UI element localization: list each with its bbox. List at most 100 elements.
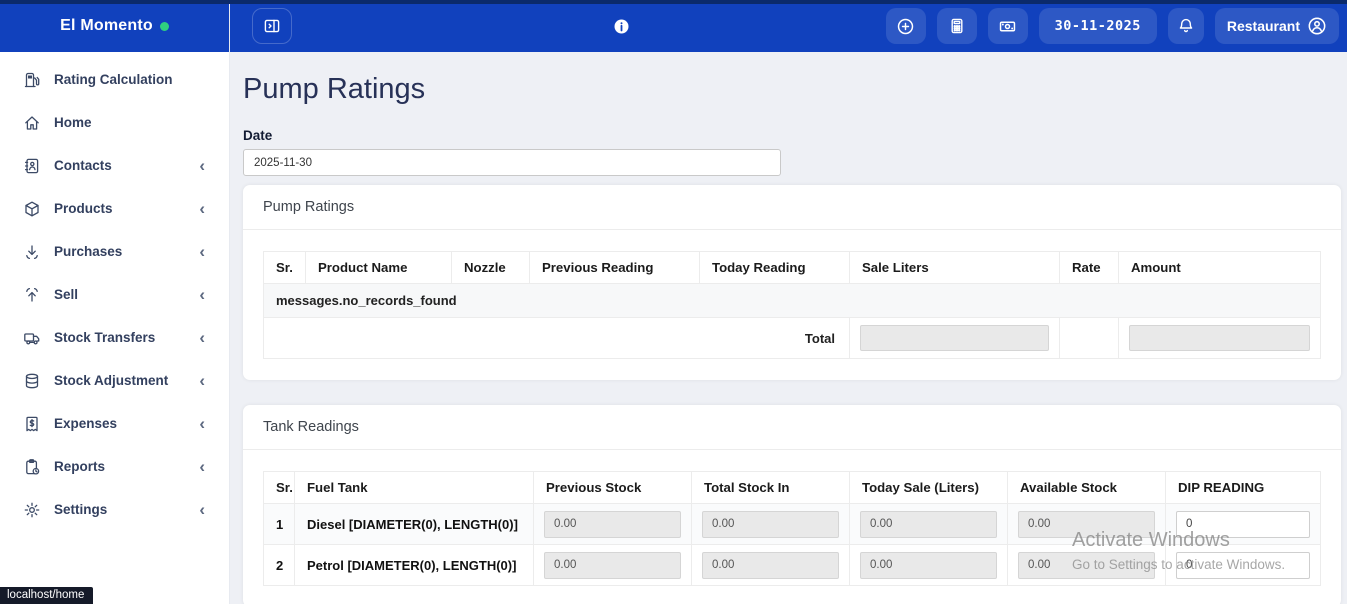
pump-ratings-card-title: Pump Ratings	[263, 199, 354, 215]
plus-circle-button[interactable]	[886, 8, 926, 44]
chevron-left-icon: ‹	[199, 156, 205, 173]
previous-stock-input	[544, 552, 681, 579]
available-stock-input	[1018, 511, 1155, 538]
sidebar-item-stock-adjustment[interactable]: Stock Adjustment ‹	[0, 359, 229, 402]
col-available-stock: Available Stock	[1008, 472, 1166, 504]
tank-readings-table: Sr. Fuel Tank Previous Stock Total Stock…	[263, 471, 1321, 586]
dip-reading-input[interactable]	[1176, 511, 1310, 538]
total-sale-liters-cell	[850, 318, 1060, 359]
dip-reading-input[interactable]	[1176, 552, 1310, 579]
total-amount-cell	[1119, 318, 1321, 359]
calculator-icon	[948, 17, 966, 35]
col-dip-reading: DIP READING	[1166, 472, 1321, 504]
arrow-down-icon	[22, 242, 41, 261]
col-fuel-tank: Fuel Tank	[295, 472, 534, 504]
today-sale-input	[860, 511, 997, 538]
browser-status-bar: localhost/home	[0, 587, 93, 604]
pump-ratings-card-header: Pump Ratings	[243, 185, 1341, 230]
chevron-left-icon: ‹	[199, 199, 205, 216]
tank-readings-card-title: Tank Readings	[263, 419, 359, 435]
sidebar-item-purchases[interactable]: Purchases ‹	[0, 230, 229, 273]
sidebar-item-home[interactable]: Home	[0, 101, 229, 144]
sidebar-item-stock-transfers[interactable]: Stock Transfers ‹	[0, 316, 229, 359]
info-button[interactable]	[608, 13, 634, 39]
no-records-row: messages.no_records_found	[264, 284, 1321, 318]
sidebar-item-reports[interactable]: Reports ‹	[0, 445, 229, 488]
no-records-message: messages.no_records_found	[264, 284, 1321, 318]
user-name: Restaurant	[1227, 18, 1300, 34]
cash-register-button[interactable]	[988, 8, 1028, 44]
col-amount: Amount	[1119, 252, 1321, 284]
sidebar-item-settings[interactable]: Settings ‹	[0, 488, 229, 531]
sidebar: El Momento Rating Calculation Home	[0, 0, 230, 604]
available-stock-input	[1018, 552, 1155, 579]
total-stock-in-input	[702, 552, 839, 579]
sr-cell: 2	[264, 545, 295, 586]
user-circle-icon	[1307, 16, 1327, 36]
col-sr: Sr.	[264, 472, 295, 504]
chevron-left-icon: ‹	[199, 285, 205, 302]
calculator-button[interactable]	[937, 8, 977, 44]
sidebar-toggle-button[interactable]	[252, 8, 292, 44]
info-icon	[613, 18, 630, 35]
col-product-name: Product Name	[306, 252, 452, 284]
page-content: Pump Ratings Date Pump Ratings	[230, 52, 1347, 604]
sidebar-item-contacts[interactable]: Contacts ‹	[0, 144, 229, 187]
topbar-right-group: 30-11-2025 Restaurant	[886, 8, 1339, 44]
main-area: 30-11-2025 Restaurant Pump Ratings Date …	[230, 0, 1347, 604]
date-button[interactable]: 30-11-2025	[1039, 8, 1157, 44]
truck-icon	[22, 328, 41, 347]
home-icon	[22, 113, 41, 132]
fuel-tank-cell: Diesel [DIAMETER(0), LENGTH(0)]	[295, 504, 534, 545]
pump-ratings-card-body: Sr. Product Name Nozzle Previous Reading…	[243, 230, 1341, 380]
sidebar-item-sell[interactable]: Sell ‹	[0, 273, 229, 316]
table-row: 2 Petrol [DIAMETER(0), LENGTH(0)]	[264, 545, 1321, 586]
arrow-up-icon	[22, 285, 41, 304]
bell-icon	[1177, 17, 1195, 35]
col-previous-reading: Previous Reading	[530, 252, 700, 284]
receipt-icon	[22, 414, 41, 433]
user-menu-button[interactable]: Restaurant	[1215, 8, 1339, 44]
window-top-strip	[0, 0, 1347, 4]
chevron-left-icon: ‹	[199, 414, 205, 431]
date-input[interactable]	[243, 149, 781, 176]
gear-icon	[22, 500, 41, 519]
col-rate: Rate	[1060, 252, 1119, 284]
sidebar-item-expenses[interactable]: Expenses ‹	[0, 402, 229, 445]
chevron-left-icon: ‹	[199, 242, 205, 259]
sidebar-item-label: Rating Calculation	[54, 72, 173, 87]
sr-cell: 1	[264, 504, 295, 545]
sidebar-item-label: Home	[54, 115, 92, 130]
pump-ratings-card: Pump Ratings Sr. Product Name Nozzle	[243, 185, 1341, 380]
chevron-left-icon: ‹	[199, 500, 205, 517]
total-label: Total	[264, 318, 850, 359]
sidebar-item-label: Purchases	[54, 244, 122, 259]
sidebar-item-rating-calculation[interactable]: Rating Calculation	[0, 58, 229, 101]
chevron-left-icon: ‹	[199, 328, 205, 345]
brand: El Momento	[0, 0, 229, 52]
top-navbar: 30-11-2025 Restaurant	[230, 0, 1347, 52]
address-book-icon	[22, 156, 41, 175]
col-sr: Sr.	[264, 252, 306, 284]
sidebar-menu: Rating Calculation Home Contacts ‹ P	[0, 52, 229, 531]
total-amount-input	[1129, 325, 1310, 351]
col-total-stock-in: Total Stock In	[692, 472, 850, 504]
notifications-button[interactable]	[1168, 8, 1204, 44]
cash-icon	[998, 17, 1017, 36]
online-status-dot	[160, 22, 169, 31]
total-stock-in-input	[702, 511, 839, 538]
col-nozzle: Nozzle	[452, 252, 530, 284]
box-icon	[22, 199, 41, 218]
total-sale-liters-input	[860, 325, 1049, 351]
tank-readings-card-body: Sr. Fuel Tank Previous Stock Total Stock…	[243, 450, 1341, 604]
clipboard-clock-icon	[22, 457, 41, 476]
previous-stock-input	[544, 511, 681, 538]
tank-readings-header-row: Sr. Fuel Tank Previous Stock Total Stock…	[264, 472, 1321, 504]
chevron-left-icon: ‹	[199, 457, 205, 474]
sidebar-item-products[interactable]: Products ‹	[0, 187, 229, 230]
sidebar-item-label: Stock Adjustment	[54, 373, 168, 388]
pump-ratings-table: Sr. Product Name Nozzle Previous Reading…	[263, 251, 1321, 359]
col-previous-stock: Previous Stock	[534, 472, 692, 504]
col-today-sale-liters: Today Sale (Liters)	[850, 472, 1008, 504]
tank-readings-card: Tank Readings Sr. Fuel Tank Previous St	[243, 405, 1341, 604]
